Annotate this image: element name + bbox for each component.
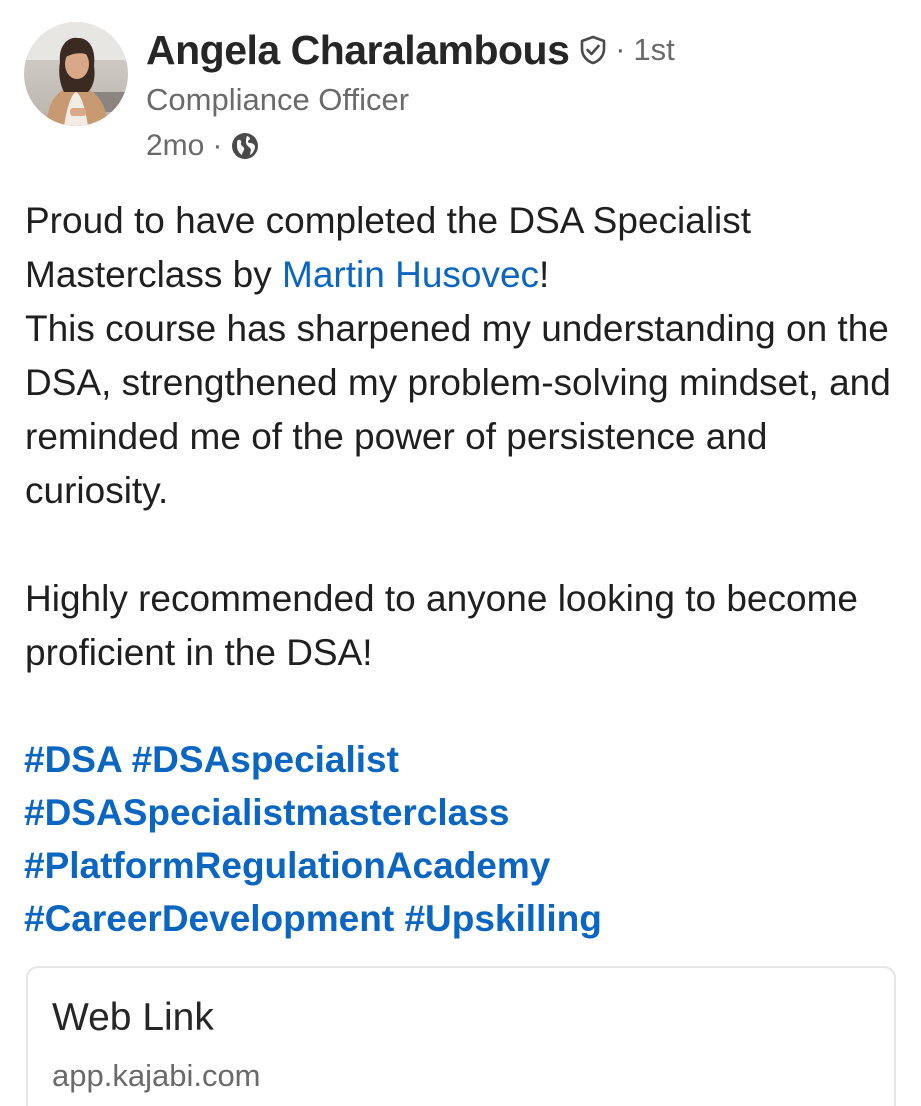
- author-name[interactable]: Angela Charalambous: [146, 27, 570, 74]
- hashtag-link[interactable]: #DSA: [24, 739, 121, 780]
- post-body: Proud to have completed the DSA Speciali…: [25, 194, 905, 680]
- post-paragraph-1: Proud to have completed the DSA Speciali…: [25, 194, 905, 302]
- author-meta: Angela Charalambous · 1st Compliance Off…: [146, 24, 675, 170]
- hashtag-line: #PlatformRegulationAcademy: [24, 839, 904, 892]
- profile-photo-icon: [24, 22, 128, 126]
- hashtag-line: #DSA #DSAspecialist: [24, 733, 904, 786]
- hashtag-link[interactable]: #DSASpecialistmasterclass: [24, 792, 509, 833]
- post-paragraph-2: Highly recommended to anyone looking to …: [25, 578, 858, 673]
- globe-icon: [230, 131, 260, 161]
- hashtag-link[interactable]: #PlatformRegulationAcademy: [24, 845, 550, 886]
- avatar[interactable]: [24, 22, 128, 126]
- hashtag-link[interactable]: #CareerDevelopment: [24, 898, 394, 939]
- verified-shield-icon: [579, 35, 607, 65]
- hashtag-list: #DSA #DSAspecialist #DSASpecialistmaster…: [24, 733, 904, 945]
- separator-dot: ·: [212, 129, 223, 162]
- hashtag-link[interactable]: #Upskilling: [404, 898, 601, 939]
- web-link-card[interactable]: Web Link app.kajabi.com: [26, 966, 896, 1106]
- separator-dot: ·: [615, 33, 626, 66]
- link-card-title: Web Link: [52, 996, 214, 1039]
- hashtag-link[interactable]: #DSAspecialist: [132, 739, 399, 780]
- post-timestamp: 2mo: [146, 129, 205, 162]
- feed-post: Angela Charalambous · 1st Compliance Off…: [0, 0, 921, 1106]
- hashtag-line: #CareerDevelopment #Upskilling: [24, 892, 904, 945]
- post-header: Angela Charalambous · 1st Compliance Off…: [24, 22, 675, 170]
- post-time-row: 2mo ·: [146, 122, 675, 170]
- hashtag-line: #DSASpecialistmasterclass: [24, 786, 904, 839]
- author-name-row: Angela Charalambous · 1st: [146, 24, 675, 76]
- author-headline: Compliance Officer: [146, 82, 410, 117]
- link-card-domain: app.kajabi.com: [52, 1058, 261, 1093]
- connection-degree: 1st: [633, 32, 675, 67]
- mention-link[interactable]: Martin Husovec: [282, 254, 539, 295]
- post-paragraph-1-rest: This course has sharpened my understandi…: [25, 308, 891, 511]
- post-text-exclaim: !: [539, 254, 550, 295]
